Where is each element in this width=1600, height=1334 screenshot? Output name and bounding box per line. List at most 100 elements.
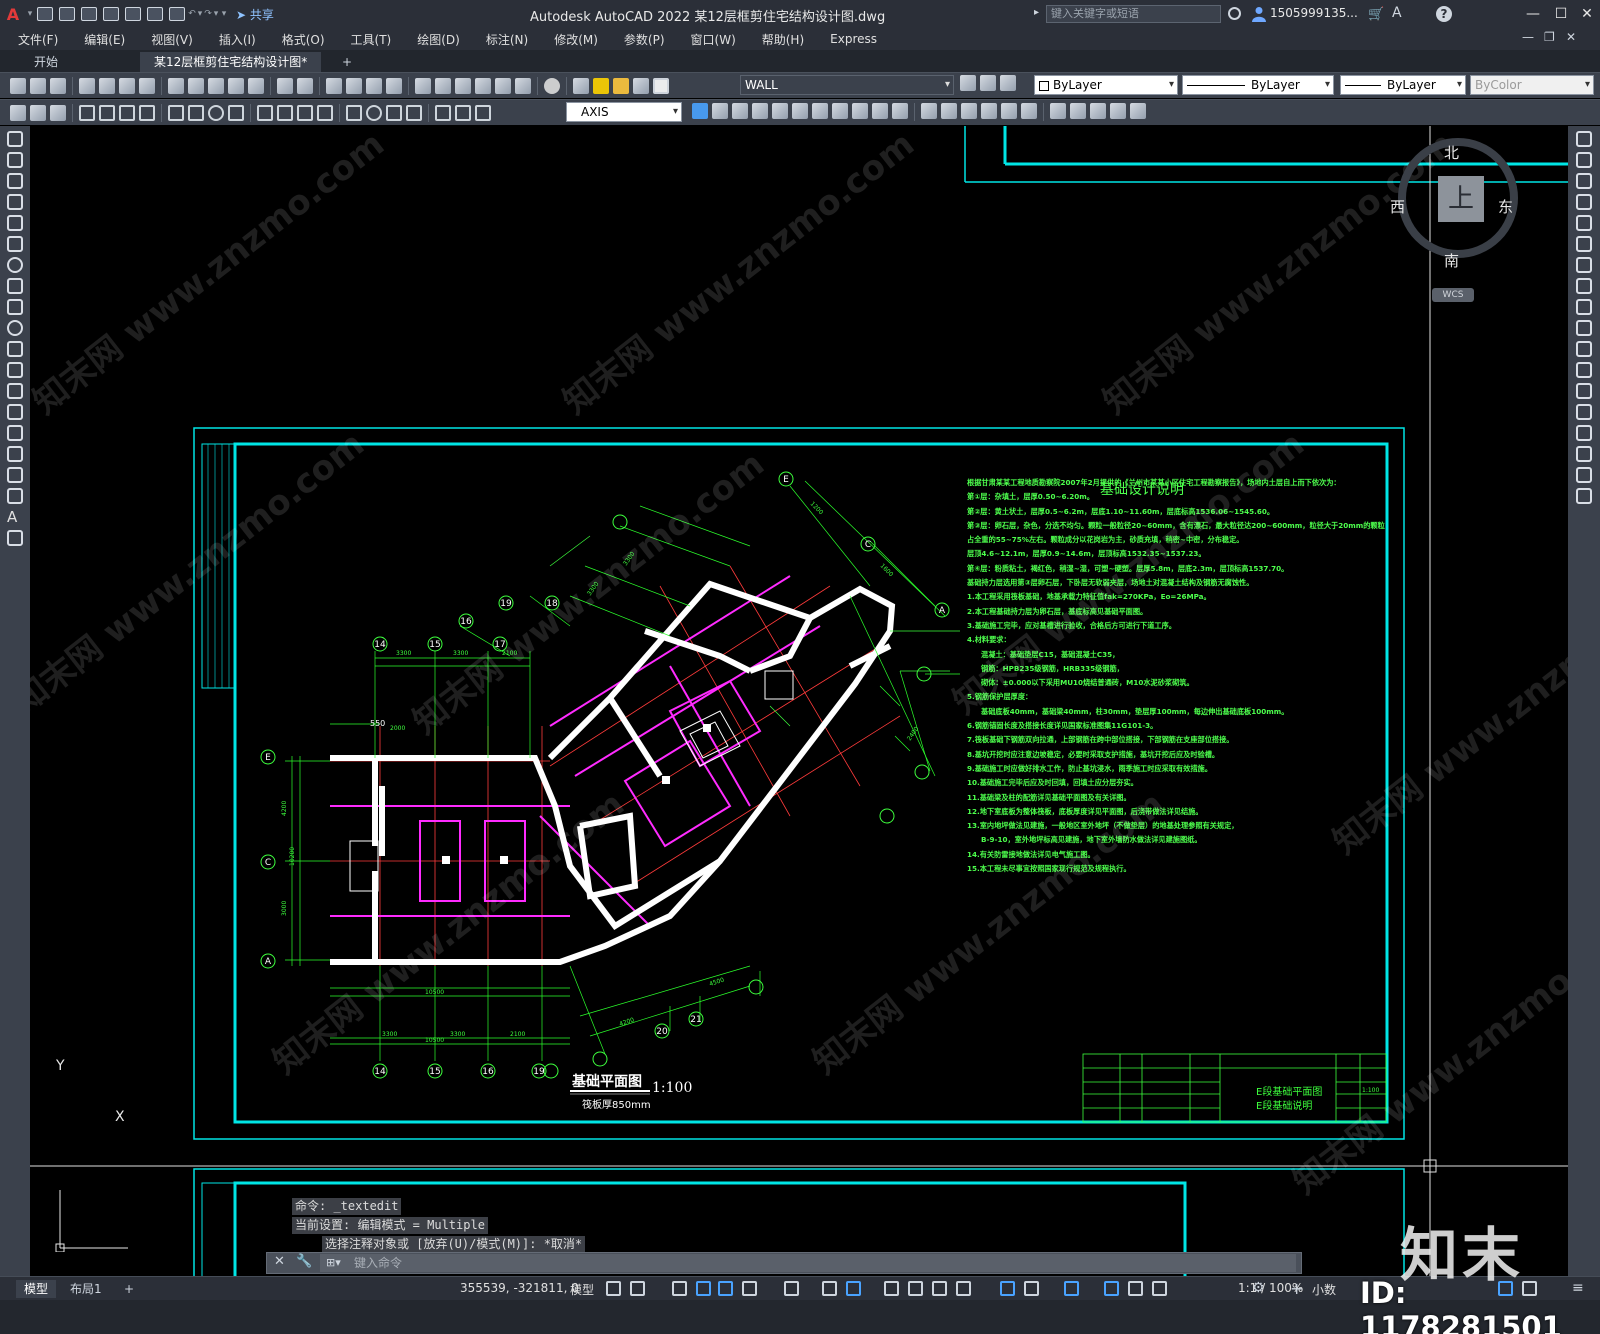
aligned-dim-icon[interactable] [99, 104, 115, 121]
save-as-icon[interactable] [103, 7, 119, 21]
minimize-button[interactable]: — [1522, 4, 1544, 24]
3d-dwf-icon[interactable] [139, 77, 155, 94]
radius-dim-icon[interactable] [168, 104, 184, 121]
group-icon[interactable] [1050, 103, 1066, 119]
search-icon[interactable] [1228, 7, 1241, 20]
undo-dropdown-icon[interactable]: ▾ [196, 9, 204, 19]
join-icon[interactable] [1576, 404, 1592, 420]
dynamic-input-icon[interactable] [696, 1281, 711, 1296]
layer-change-icon[interactable] [712, 103, 728, 119]
clip-icon[interactable] [981, 103, 997, 119]
break-icon[interactable] [1576, 383, 1592, 399]
pan-icon[interactable] [326, 77, 342, 94]
redo-dropdown-icon[interactable]: ▾ [212, 9, 220, 19]
layer-lock-icon[interactable] [812, 103, 828, 119]
save-icon[interactable] [50, 77, 66, 94]
transparency-icon[interactable] [908, 1281, 923, 1296]
compass-north[interactable]: 北 [1444, 142, 1459, 163]
menu-dimension[interactable]: 标注(N) [486, 31, 528, 48]
layer-state-icon[interactable] [1000, 75, 1016, 91]
gizmo-icon[interactable] [1064, 1281, 1079, 1296]
search-expand-icon[interactable]: ▸ [1034, 7, 1039, 18]
refedit-icon[interactable] [921, 103, 937, 119]
layer-freeze-icon[interactable] [792, 103, 808, 119]
layer-dropdown[interactable]: WALL ▾ [740, 75, 954, 95]
share-button[interactable]: ➤ 共享 [236, 6, 274, 23]
hatch-icon[interactable] [7, 425, 23, 441]
undo-icon[interactable]: ↶ [188, 9, 196, 19]
maximize-button[interactable]: ☐ [1550, 4, 1572, 24]
linetype-dropdown[interactable]: ByLayer ▾ [1182, 75, 1334, 95]
close-button[interactable]: ✕ [1576, 4, 1598, 24]
user-icon[interactable] [1252, 6, 1266, 22]
erase-icon[interactable] [1576, 131, 1592, 147]
mirror-icon[interactable] [1576, 173, 1592, 189]
insert-block-icon[interactable] [7, 362, 23, 378]
paste-icon[interactable] [208, 77, 224, 94]
menu-edit[interactable]: 编辑(E) [84, 31, 125, 48]
xref-icon[interactable] [941, 103, 957, 119]
snap-icon[interactable] [630, 1281, 645, 1296]
layer-properties-icon[interactable] [573, 77, 589, 94]
undo-icon[interactable] [277, 77, 293, 94]
layer-copy-icon[interactable] [852, 103, 868, 119]
rotate-icon[interactable] [1576, 257, 1592, 273]
jogged-linear-icon[interactable] [406, 104, 422, 121]
make-current-layer-icon[interactable] [960, 75, 976, 91]
layer-lock-icon[interactable] [633, 77, 649, 94]
infer-constraints-icon[interactable] [672, 1281, 687, 1296]
group-edit-icon[interactable] [1090, 103, 1106, 119]
chamfer-icon[interactable] [1576, 425, 1592, 441]
menu-parametric[interactable]: 参数(P) [624, 31, 665, 48]
doc-restore-button[interactable]: ❐ [1544, 30, 1555, 44]
group-select-icon[interactable] [1110, 103, 1126, 119]
ellipse-icon[interactable] [7, 320, 23, 336]
tab-active-drawing[interactable]: 某12层框剪住宅结构设计图* [140, 52, 322, 72]
match-properties-icon[interactable] [228, 77, 244, 94]
copy-icon[interactable] [1576, 152, 1592, 168]
compass-east[interactable]: 东 [1498, 196, 1513, 217]
polygon-icon[interactable] [7, 194, 23, 210]
polar-tracking-icon[interactable] [742, 1281, 757, 1296]
break-at-point-icon[interactable] [1576, 362, 1592, 378]
trim-icon[interactable] [1576, 320, 1592, 336]
open-file-icon[interactable] [59, 7, 75, 21]
menu-express[interactable]: Express [830, 32, 877, 46]
copy-icon[interactable] [188, 77, 204, 94]
annotation-visibility-icon[interactable] [1104, 1281, 1119, 1296]
inspection-icon[interactable] [386, 104, 402, 121]
menu-file[interactable]: 文件(F) [18, 31, 58, 48]
selection-cycling-icon[interactable] [932, 1281, 947, 1296]
stretch-icon[interactable] [1576, 299, 1592, 315]
layer-unlock-icon[interactable] [832, 103, 848, 119]
redo-icon[interactable]: ↷ [204, 9, 212, 19]
doc-minimize-button[interactable]: — [1522, 30, 1534, 44]
redo-icon[interactable] [297, 77, 313, 94]
line-icon[interactable] [7, 131, 23, 147]
layer-off-icon[interactable] [772, 103, 788, 119]
ortho-icon[interactable] [718, 1281, 733, 1296]
circle-icon[interactable] [7, 257, 23, 273]
menu-tools[interactable]: 工具(T) [351, 31, 392, 48]
units-value[interactable]: 小数 [1312, 1281, 1336, 1298]
doc-close-button[interactable]: ✕ [1566, 30, 1576, 44]
spline-icon[interactable] [7, 299, 23, 315]
model-space-canvas[interactable]: E段基础平面图 E段基础说明 1:100 3300 3300 2100 2000… [30, 126, 1568, 1276]
compass-west[interactable]: 西 [1390, 196, 1405, 217]
layer-isolate-icon[interactable] [732, 103, 748, 119]
markup-icon[interactable] [495, 77, 511, 94]
tab-model[interactable]: 模型 [16, 1280, 57, 1298]
continue-dim-icon[interactable] [297, 104, 313, 121]
model-space-toggle[interactable]: 模型 [570, 1281, 594, 1298]
wcs-menu-button[interactable]: WCS [1432, 288, 1474, 302]
menu-draw[interactable]: 绘图(D) [417, 31, 460, 48]
auto-scale-icon[interactable] [1128, 1281, 1143, 1296]
lineweight-dropdown[interactable]: ByLayer ▾ [1340, 75, 1466, 95]
plotstyle-dropdown[interactable]: ByColor ▾ [1470, 75, 1594, 95]
help-icon[interactable]: ? [1436, 6, 1452, 22]
layer-match-icon[interactable] [692, 103, 708, 119]
lineweight-icon[interactable] [884, 1281, 899, 1296]
add-selected-icon[interactable] [7, 530, 23, 546]
close-icon[interactable]: ✕ [274, 1254, 285, 1269]
linear-dim-icon[interactable] [79, 104, 95, 121]
